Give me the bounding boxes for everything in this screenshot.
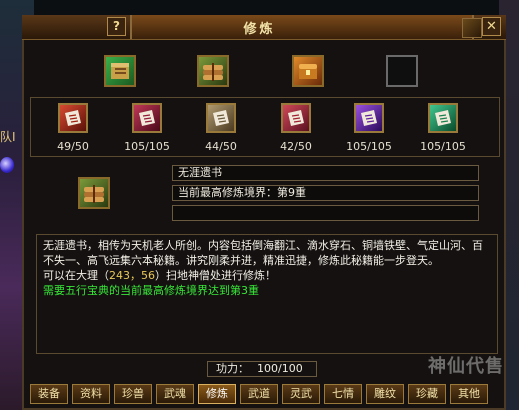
tab-equipment[interactable]: 装备 <box>30 384 68 404</box>
tab-collection[interactable]: 珍藏 <box>408 384 446 404</box>
book-tome-icon[interactable] <box>104 55 136 87</box>
power-value: 100/100 <box>257 362 303 375</box>
watermark-text: 神仙代售 <box>428 356 504 377</box>
power-display: 功力： 100/100 <box>207 361 317 377</box>
description-box: 无涯遗书，相传为天机老人所创。内容包括倒海翻江、滴水穿石、铜墙铁壁、气定山河、百… <box>36 234 498 354</box>
location-line: 可以在大理（243，56）扫地神僧处进行修炼！ <box>43 268 491 283</box>
treasure-chest-icon[interactable] <box>292 55 324 87</box>
help-button[interactable]: ? <box>107 17 126 36</box>
scroll-3-count: 44/50 <box>205 140 237 153</box>
tab-emotions[interactable]: 七情 <box>324 384 362 404</box>
tab-engraving[interactable]: 雕纹 <box>366 384 404 404</box>
side-team-label: 队I <box>0 130 16 144</box>
scroll-4-icon[interactable] <box>281 103 311 133</box>
tab-other[interactable]: 其他 <box>450 384 488 404</box>
requirement-text: 需要五行宝典的当前最高修炼境界达到第3重 <box>43 284 259 297</box>
scroll-5-count: 105/105 <box>346 140 392 153</box>
scroll-1-count: 49/50 <box>57 140 89 153</box>
scroll-bundle-icon[interactable] <box>197 55 229 87</box>
scroll-3-icon[interactable] <box>206 103 236 133</box>
selected-item-icon[interactable] <box>78 177 110 209</box>
scroll-2-count: 105/105 <box>124 140 170 153</box>
selected-item-extra <box>172 205 479 221</box>
location-coords: 243，56 <box>109 269 155 282</box>
location-prefix: 可以在大理（ <box>43 269 109 282</box>
scroll-4-count: 42/50 <box>280 140 312 153</box>
selected-item-realm: 当前最高修炼境界：第9重 <box>172 185 479 201</box>
empty-slot[interactable] <box>386 55 418 87</box>
side-orb-icon <box>0 157 14 173</box>
tab-spirit-weapon[interactable]: 灵武 <box>282 384 320 404</box>
power-label: 功力： <box>216 362 249 375</box>
scroll-6-icon[interactable] <box>428 103 458 133</box>
description-text: 无涯遗书，相传为天机老人所创。内容包括倒海翻江、滴水穿石、铜墙铁壁、气定山河、百… <box>43 239 483 267</box>
scroll-5-icon[interactable] <box>354 103 384 133</box>
tab-profile[interactable]: 资料 <box>72 384 110 404</box>
tab-cultivation[interactable]: 修炼 <box>198 384 236 404</box>
tab-martial-path[interactable]: 武道 <box>240 384 278 404</box>
tab-martial-soul[interactable]: 武魂 <box>156 384 194 404</box>
tab-pets[interactable]: 珍兽 <box>114 384 152 404</box>
scroll-2-icon[interactable] <box>132 103 162 133</box>
selected-item-name: 无涯遗书 <box>172 165 479 181</box>
scroll-6-count: 105/105 <box>420 140 466 153</box>
window-title: 修炼 <box>243 22 276 37</box>
location-suffix: ）扫地神僧处进行修炼！ <box>155 269 276 282</box>
close-button[interactable]: ✕ <box>482 17 501 36</box>
scroll-1-icon[interactable] <box>58 103 88 133</box>
